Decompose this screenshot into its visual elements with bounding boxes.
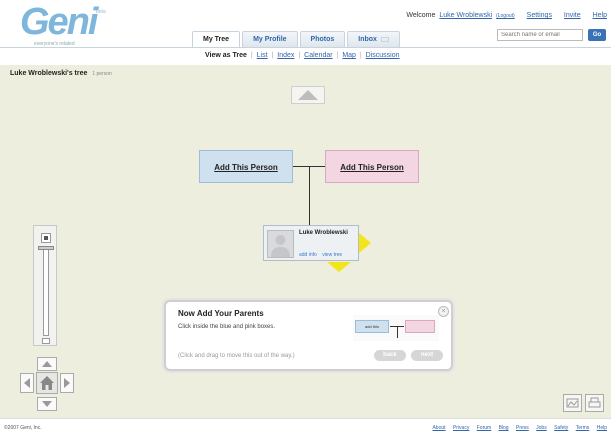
view-discussion-link[interactable]: Discussion xyxy=(366,52,400,59)
add-father-box[interactable]: Add This Person xyxy=(199,150,293,183)
add-spouse-arrow-icon[interactable] xyxy=(359,233,371,253)
person-name: Luke Wroblewski xyxy=(299,230,348,236)
copyright: ©2007 Geni, Inc. xyxy=(4,425,42,431)
footer-link-jobs[interactable]: Jobs xyxy=(536,425,547,431)
view-as-label: View as xyxy=(205,52,231,59)
pan-left-button[interactable] xyxy=(20,373,34,393)
zoom-control xyxy=(33,225,57,346)
tab-divider xyxy=(0,47,611,48)
tab-inbox-label: Inbox xyxy=(358,36,377,43)
tab-my-tree[interactable]: My Tree xyxy=(192,31,241,48)
arrow-right-icon xyxy=(64,378,70,388)
view-list-link[interactable]: List xyxy=(257,52,268,59)
view-map-link[interactable]: Map xyxy=(342,52,356,59)
view-current: Tree xyxy=(232,52,247,59)
footer-link-safety[interactable]: Safety xyxy=(554,425,568,431)
main-tabs: My Tree My Profile Photos Inbox xyxy=(192,31,402,48)
logo-wordmark: Geni xyxy=(20,1,98,43)
footer-link-terms[interactable]: Terms xyxy=(576,425,590,431)
popup-back-button[interactable]: back xyxy=(374,350,406,361)
add-info-link[interactable]: add info xyxy=(299,252,317,258)
pan-right-button[interactable] xyxy=(60,373,74,393)
username-link[interactable]: Luke Wroblewski xyxy=(439,12,492,19)
geni-logo[interactable]: Geni beta everyone's related xyxy=(20,1,120,47)
pan-home-button[interactable] xyxy=(36,372,58,394)
envelope-icon xyxy=(380,36,389,42)
add-child-arrow-icon[interactable] xyxy=(327,262,351,272)
view-calendar-link[interactable]: Calendar xyxy=(304,52,332,59)
pan-down-button[interactable] xyxy=(37,397,57,411)
settings-link[interactable]: Settings xyxy=(527,12,552,19)
view-tree-link[interactable]: view tree xyxy=(322,252,342,258)
welcome-text: Welcome xyxy=(406,12,436,19)
footer-link-forum[interactable]: Forum xyxy=(477,425,491,431)
tree-title-text: Luke Wroblewski's tree xyxy=(10,70,88,77)
parents-connector-vertical xyxy=(309,166,310,225)
tab-inbox[interactable]: Inbox xyxy=(347,31,400,48)
pan-control xyxy=(20,357,74,411)
add-mother-box[interactable]: Add This Person xyxy=(325,150,419,183)
zoom-out-icon[interactable] xyxy=(42,338,50,344)
footer-link-about[interactable]: About xyxy=(432,425,445,431)
zoom-in-icon[interactable] xyxy=(41,233,51,243)
logo-beta: beta xyxy=(96,9,106,15)
footer-link-blog[interactable]: Blog xyxy=(499,425,509,431)
search-input[interactable] xyxy=(497,29,583,41)
illustration-pink-box xyxy=(405,320,435,333)
silhouette-icon xyxy=(271,235,290,257)
tree-person-count: 1 person xyxy=(92,71,112,77)
help-link[interactable]: Help xyxy=(593,12,607,19)
popup-next-button[interactable]: next xyxy=(411,350,443,361)
search-go-button[interactable]: Go xyxy=(588,29,606,41)
tab-photos[interactable]: Photos xyxy=(299,31,346,48)
picture-icon xyxy=(566,398,579,408)
expand-up-button[interactable] xyxy=(291,86,325,104)
tool-button-2[interactable] xyxy=(585,394,604,412)
footer-link-privacy[interactable]: Privacy xyxy=(453,425,469,431)
invite-link[interactable]: Invite xyxy=(564,12,581,19)
printer-icon xyxy=(588,397,601,408)
site-header: Geni beta everyone's related Welcome Luk… xyxy=(0,0,611,65)
close-icon[interactable]: × xyxy=(438,306,449,317)
home-icon xyxy=(40,376,54,390)
footer-links: About Privacy Forum Blog Press Jobs Safe… xyxy=(426,425,607,431)
arrow-left-icon xyxy=(24,378,30,388)
logout-link[interactable]: (Logout) xyxy=(496,13,515,19)
illustration-blue-box: add this xyxy=(355,320,389,333)
footer-link-help[interactable]: Help xyxy=(597,425,607,431)
popup-drag-hint: (Click and drag to move this out of the … xyxy=(178,353,295,359)
popup-title: Now Add Your Parents xyxy=(178,309,264,318)
tutorial-popup[interactable]: Now Add Your Parents Click inside the bl… xyxy=(164,300,453,371)
zoom-slider-track[interactable] xyxy=(43,248,49,336)
pan-up-button[interactable] xyxy=(37,357,57,371)
person-photo-placeholder xyxy=(267,230,294,258)
arrow-up-icon xyxy=(42,361,52,367)
site-footer: ©2007 Geni, Inc. About Privacy Forum Blo… xyxy=(0,418,611,436)
illustration-connector-vertical xyxy=(397,326,398,338)
top-navigation: Welcome Luke Wroblewski (Logout) Setting… xyxy=(396,12,607,19)
tree-title: Luke Wroblewski's tree 1 person xyxy=(10,70,112,77)
arrow-down-icon xyxy=(42,401,52,407)
popup-description: Click inside the blue and pink boxes. xyxy=(178,324,276,330)
tab-my-profile[interactable]: My Profile xyxy=(242,31,298,48)
view-switcher: View as Tree | List | Index | Calendar |… xyxy=(205,52,400,59)
zoom-slider-handle[interactable] xyxy=(38,246,54,250)
person-actions: add info view tree xyxy=(299,252,346,258)
popup-illustration: add this xyxy=(353,315,439,341)
triangle-up-icon xyxy=(298,90,318,100)
person-card[interactable]: Luke Wroblewski add info view tree xyxy=(263,225,359,261)
footer-link-press[interactable]: Press xyxy=(516,425,529,431)
view-index-link[interactable]: Index xyxy=(277,52,294,59)
tool-button-1[interactable] xyxy=(563,394,582,412)
view-tools xyxy=(563,394,605,412)
